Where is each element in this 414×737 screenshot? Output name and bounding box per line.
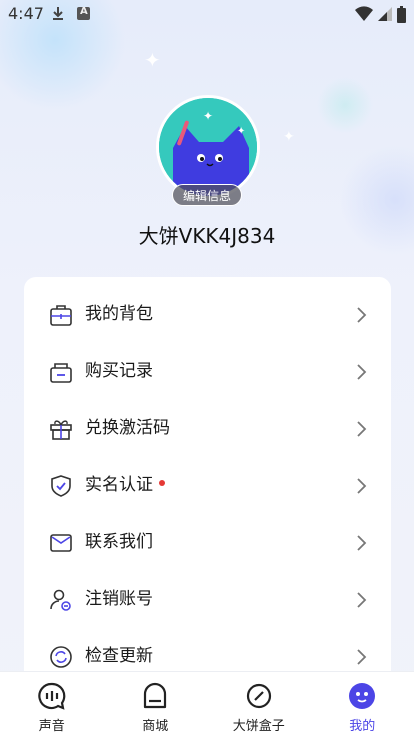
menu-item-purchase-record[interactable]: 购买记录 — [24, 344, 391, 401]
chevron-right-icon — [357, 535, 367, 551]
mail-icon — [50, 534, 72, 552]
edit-profile-button[interactable]: 编辑信息 — [172, 184, 242, 206]
tab-label: 声音 — [38, 719, 65, 734]
menu-item-redeem-code[interactable]: 兑换激活码 — [24, 401, 391, 458]
shield-check-icon — [51, 475, 71, 497]
menu-item-real-name-verification[interactable]: 实名认证 — [24, 458, 391, 515]
username: 大饼VKK4J834 — [138, 224, 276, 248]
tab-sound[interactable]: 声音 — [0, 671, 104, 737]
gift-icon — [50, 420, 72, 440]
backpack-icon — [50, 305, 72, 326]
tab-mine[interactable]: 我的 — [311, 671, 414, 737]
tab-dabing-box[interactable]: 大饼盒子 — [207, 671, 311, 737]
chevron-right-icon — [357, 592, 367, 608]
menu-item-label: 注销账号 — [85, 589, 153, 609]
chevron-right-icon — [357, 649, 367, 665]
tab-label: 我的 — [349, 719, 376, 734]
refresh-icon — [50, 646, 72, 668]
signal-icon — [378, 7, 392, 21]
tab-label: 大饼盒子 — [232, 719, 285, 734]
chevron-right-icon — [357, 364, 367, 380]
menu-item-delete-account[interactable]: 注销账号 — [24, 572, 391, 629]
sparkle-icon: ✦ — [144, 48, 161, 72]
chevron-right-icon — [357, 421, 367, 437]
svg-text:✦: ✦ — [203, 109, 213, 123]
store-icon — [144, 682, 167, 709]
menu-item-label: 检查更新 — [85, 646, 153, 666]
user-cancel-icon — [50, 589, 71, 611]
status-time: 4:47 — [8, 4, 44, 23]
link-icon — [246, 683, 271, 709]
purchase-record-icon — [50, 363, 72, 383]
menu-item-label: 我的背包 — [85, 304, 153, 324]
menu-item-label: 兑换激活码 — [85, 418, 170, 438]
battery-icon — [397, 5, 406, 23]
menu-item-contact-us[interactable]: 联系我们 — [24, 515, 391, 572]
chat-bubble-icon — [38, 682, 66, 710]
tab-label: 商城 — [142, 719, 169, 734]
chevron-right-icon — [357, 307, 367, 323]
svg-text:✦: ✦ — [237, 126, 245, 137]
bottom-nav: 声音 商城 大饼盒子 我的 — [0, 671, 414, 737]
wifi-icon — [355, 6, 373, 22]
app-notification-icon — [77, 6, 90, 20]
download-icon — [53, 7, 63, 20]
sparkle-icon: ✦ — [283, 129, 295, 145]
menu-item-label: 实名认证 — [85, 475, 153, 495]
status-bar: 4:47 — [0, 0, 414, 28]
notification-dot — [159, 480, 165, 486]
chevron-right-icon — [357, 478, 367, 494]
mascot-face-icon — [349, 683, 376, 709]
menu-card: 我的背包 购买记录 兑换激活码 实名认证 联系我们 注销账号 检查更新 — [24, 277, 391, 697]
menu-item-label: 联系我们 — [85, 532, 153, 552]
menu-item-backpack[interactable]: 我的背包 — [24, 287, 391, 344]
menu-item-label: 购买记录 — [85, 361, 153, 381]
tab-store[interactable]: 商城 — [104, 671, 208, 737]
